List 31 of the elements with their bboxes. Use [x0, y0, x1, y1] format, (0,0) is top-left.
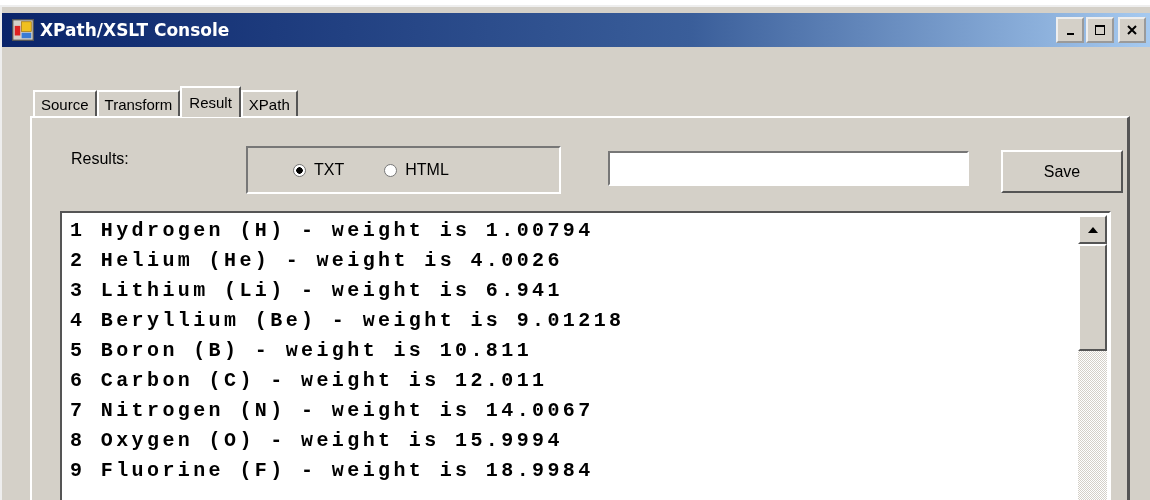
radio-label[interactable]: HTML	[405, 161, 449, 179]
text-field[interactable]	[608, 151, 969, 186]
results-label: Results:	[71, 150, 130, 168]
tab[interactable]: XPath	[240, 90, 298, 116]
save-button[interactable]: Save	[1001, 150, 1123, 193]
result-line: 2 Helium (He) - weight is 4.0026	[70, 248, 564, 274]
window-title: XPath/XSLT Console	[40, 20, 231, 40]
close-icon	[1126, 24, 1138, 36]
result-line: 6 Carbon (C) - weight is 12.011	[70, 368, 549, 394]
result-line: 7 Nitrogen (N) - weight is 14.0067	[70, 398, 595, 424]
radio-label[interactable]: TXT	[314, 161, 345, 179]
up-arrow-icon	[1087, 226, 1098, 233]
result-line: 9 Fluorine (F) - weight is 18.9984	[70, 458, 595, 484]
tab[interactable]: Source	[33, 90, 97, 116]
radio-button[interactable]	[384, 163, 398, 177]
close-button[interactable]	[1118, 17, 1146, 43]
scroll-thumb[interactable]	[1078, 244, 1107, 351]
maximize-icon	[1094, 24, 1106, 36]
result-line: 5 Boron (B) - weight is 10.811	[70, 338, 534, 364]
result-line: 8 Oxygen (O) - weight is 15.9994	[70, 428, 564, 454]
scroll-bar[interactable]	[1078, 215, 1107, 500]
result-line: 4 Beryllium (Be) - weight is 9.01218	[70, 308, 626, 334]
app-icon	[12, 19, 34, 41]
maximize-button[interactable]	[1086, 17, 1114, 43]
tab[interactable]: Transform	[96, 90, 181, 116]
tab[interactable]: Result	[180, 86, 241, 117]
scroll-up-button[interactable]	[1078, 215, 1107, 244]
radio-button[interactable]	[293, 163, 306, 177]
minimize-icon	[1066, 33, 1074, 35]
result-line: 1 Hydrogen (H) - weight is 1.00794	[70, 218, 595, 244]
result-line: 3 Lithium (Li) - weight is 6.941	[70, 278, 564, 304]
